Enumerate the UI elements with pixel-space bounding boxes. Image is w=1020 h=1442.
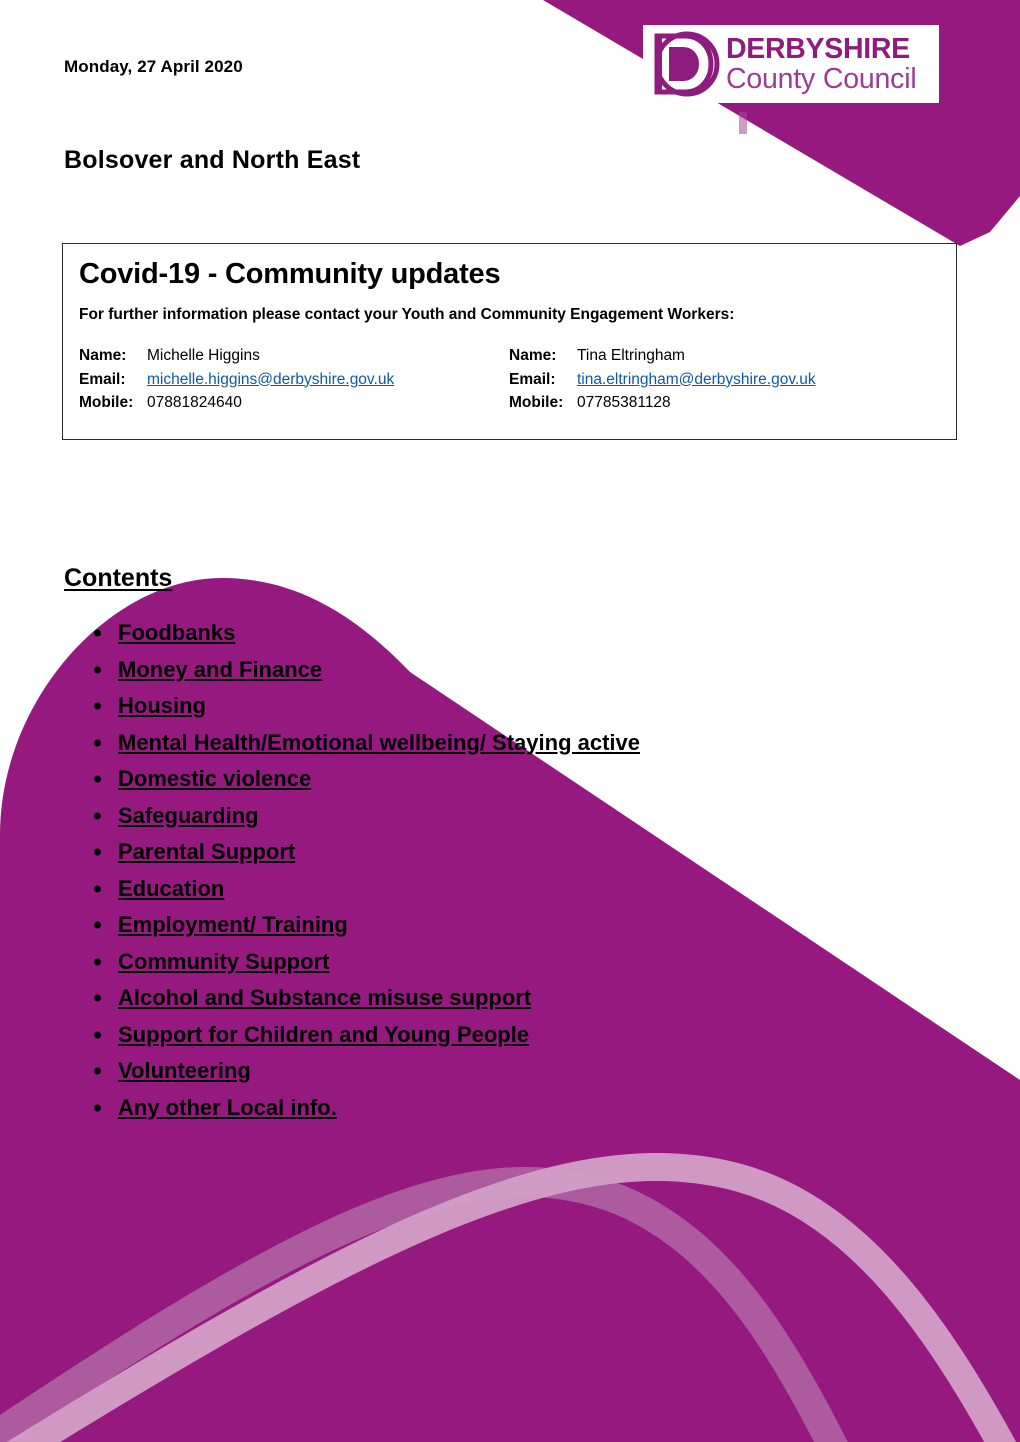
contents-item-foodbanks[interactable]: Foodbanks [78, 615, 640, 652]
contents-item-education[interactable]: Education [78, 871, 640, 908]
derbyshire-d-monogram-icon [654, 31, 720, 97]
contents-item-volunteering[interactable]: Volunteering [78, 1053, 640, 1090]
contents-item-domestic-violence[interactable]: Domestic violence [78, 761, 640, 798]
name-value: Michelle Higgins [147, 347, 260, 364]
contact-name-row: Name: Michelle Higgins [79, 344, 509, 368]
header-wedge-tail [739, 112, 747, 134]
bullet-icon [94, 885, 101, 893]
contents-item-community-support[interactable]: Community Support [78, 944, 640, 981]
contact-mobile-row: Mobile: 07785381128 [509, 391, 939, 415]
email-label: Email: [509, 370, 556, 388]
contents-item-housing[interactable]: Housing [78, 688, 640, 725]
contents-item-label: Employment/ Training [118, 912, 348, 937]
bullet-icon [94, 994, 101, 1002]
contents-item-parental-support[interactable]: Parental Support [78, 834, 640, 871]
contact-column-1: Name: Michelle Higgins Email: michelle.h… [79, 344, 509, 415]
bullet-icon [94, 1104, 101, 1112]
contact-column-2: Name: Tina Eltringham Email: tina.eltrin… [509, 344, 939, 415]
bullet-icon [94, 739, 101, 747]
document-page: Monday, 27 April 2020 Bolsover and North… [0, 0, 1020, 1442]
contact-email-row: Email: michelle.higgins@derbyshire.gov.u… [79, 368, 509, 392]
mobile-value: 07881824640 [147, 394, 242, 412]
contents-item-label: Mental Health/Emotional wellbeing/ Stayi… [118, 729, 640, 755]
contents-item-label: Parental Support [118, 839, 296, 864]
swoosh-arc-back [0, 1166, 855, 1442]
contact-email-row: Email: tina.eltringham@derbyshire.gov.uk [509, 368, 939, 392]
contents-item-label: Housing [118, 693, 206, 718]
swoosh-arc-front [0, 1153, 1020, 1442]
bullet-icon [94, 775, 101, 783]
contents-item-label: Any other Local info. [118, 1094, 337, 1120]
bullet-icon [94, 666, 101, 674]
mobile-label: Mobile: [509, 394, 564, 412]
contents-item-children-young-people[interactable]: Support for Children and Young People [78, 1017, 640, 1054]
contents-item-label: Foodbanks [118, 620, 236, 645]
bullet-icon [94, 812, 101, 820]
bullet-icon [94, 848, 101, 856]
contact-columns: Name: Michelle Higgins Email: michelle.h… [79, 344, 940, 415]
contents-heading: Contents [64, 564, 173, 592]
contents-item-mental-health[interactable]: Mental Health/Emotional wellbeing/ Stayi… [78, 725, 640, 762]
mobile-label: Mobile: [79, 394, 134, 412]
contents-item-label: Money and Finance [118, 656, 323, 682]
email-label: Email: [79, 370, 126, 388]
contents-item-label: Community Support [118, 948, 330, 974]
bullet-icon [94, 629, 101, 637]
contents-item-label: Education [118, 875, 225, 901]
contents-item-money-and-finance[interactable]: Money and Finance [78, 652, 640, 689]
bullet-icon [94, 921, 101, 929]
contents-item-safeguarding[interactable]: Safeguarding [78, 798, 640, 835]
document-date: Monday, 27 April 2020 [64, 57, 243, 76]
contents-item-any-other-local-info[interactable]: Any other Local info. [78, 1090, 640, 1127]
logo-line-derbyshire: DERBYSHIRE [726, 33, 910, 65]
email-link[interactable]: michelle.higgins@derbyshire.gov.uk [147, 368, 394, 392]
contents-item-label: Domestic violence [118, 766, 312, 791]
email-link[interactable]: tina.eltringham@derbyshire.gov.uk [577, 368, 816, 392]
name-label: Name: [79, 347, 127, 364]
contents-item-employment-training[interactable]: Employment/ Training [78, 907, 640, 944]
contents-item-alcohol-substance-misuse[interactable]: Alcohol and Substance misuse support [78, 980, 640, 1017]
name-value: Tina Eltringham [577, 347, 685, 364]
contents-item-label: Support for Children and Young People [118, 1021, 530, 1047]
contents-item-label: Safeguarding [118, 802, 259, 828]
contact-card: Covid-19 - Community updates For further… [62, 243, 957, 440]
name-label: Name: [509, 347, 557, 364]
bullet-icon [94, 1067, 101, 1075]
bullet-icon [94, 958, 101, 966]
logo-line-county-council: County Council [726, 62, 917, 95]
contents-item-label: Alcohol and Substance misuse support [118, 985, 532, 1010]
contact-name-row: Name: Tina Eltringham [509, 344, 939, 368]
contents-list: Foodbanks Money and Finance Housing Ment… [78, 615, 640, 1126]
card-subtitle: For further information please contact y… [79, 306, 735, 323]
bullet-icon [94, 702, 101, 710]
district-title: Bolsover and North East [64, 146, 361, 174]
contents-item-label: Volunteering [118, 1058, 251, 1083]
card-title: Covid-19 - Community updates [79, 258, 501, 290]
contact-mobile-row: Mobile: 07881824640 [79, 391, 509, 415]
council-logo: DERBYSHIRE County Council [643, 25, 939, 103]
bullet-icon [94, 1031, 101, 1039]
mobile-value: 07785381128 [577, 394, 671, 412]
